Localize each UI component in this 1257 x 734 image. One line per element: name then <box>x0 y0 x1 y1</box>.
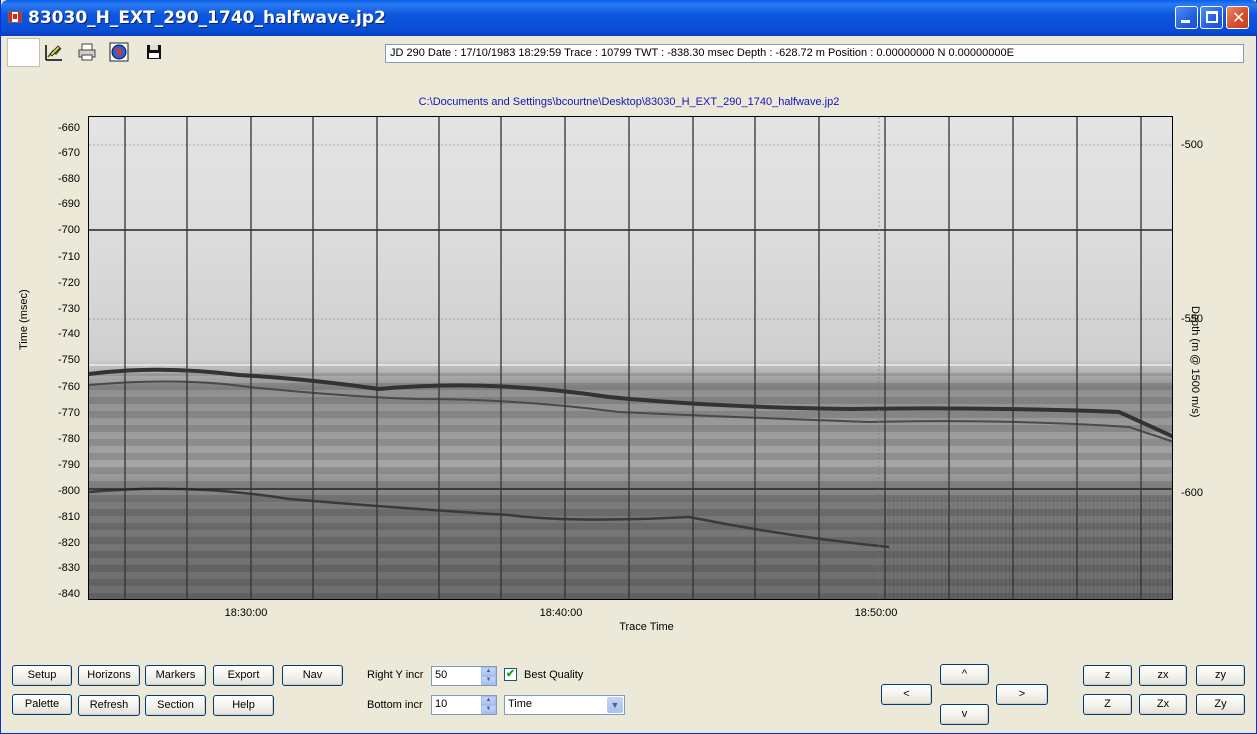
spin-up-icon[interactable]: ▲ <box>481 667 496 676</box>
depth-axis-label: Depth (m @ 1500 m/s) <box>1189 306 1201 418</box>
y-tick: -730 <box>57 303 80 315</box>
spin-down-icon[interactable]: ▼ <box>481 676 496 685</box>
maximize-button[interactable] <box>1200 6 1223 29</box>
y-tick: -680 <box>57 173 80 185</box>
palette-button[interactable]: Palette <box>12 694 72 715</box>
spin-up-icon[interactable]: ▲ <box>481 696 496 705</box>
export-button[interactable]: Export <box>213 665 274 686</box>
y-tick: -820 <box>57 537 80 549</box>
x-tick: 18:40:00 <box>539 607 583 619</box>
bottom-incr-spinner[interactable]: ▲ ▼ <box>481 696 496 714</box>
y-axis-label: Time (msec) <box>18 289 30 350</box>
mode-select-value: Time <box>508 698 533 710</box>
y-tick: -840 <box>57 588 80 600</box>
zoom-out-y-button[interactable]: Zy <box>1196 694 1245 715</box>
spin-down-icon[interactable]: ▼ <box>481 705 496 714</box>
bottom-incr-label: Bottom incr <box>367 699 423 711</box>
y-tick: -800 <box>57 485 80 497</box>
print-icon[interactable] <box>77 42 97 62</box>
markers-button[interactable]: Markers <box>145 665 206 686</box>
toolbar-blank-slot <box>7 38 40 67</box>
canada-flag-icon <box>8 11 22 23</box>
globe-map-icon[interactable] <box>109 42 129 62</box>
zoom-out-x-button[interactable]: Zx <box>1139 694 1187 715</box>
seismic-profile-image[interactable] <box>88 116 1173 600</box>
toolbar: JD 290 Date : 17/10/1983 18:29:59 Trace … <box>4 36 1254 68</box>
pan-left-button[interactable]: < <box>881 684 932 705</box>
zoom-out-button[interactable]: Z <box>1083 694 1132 715</box>
depth-tick: -600 <box>1181 487 1204 499</box>
y-tick: -830 <box>57 562 80 574</box>
y-tick: -740 <box>57 328 80 340</box>
y-tick: -780 <box>57 433 80 445</box>
horizons-button[interactable]: Horizons <box>78 665 140 686</box>
y-tick: -670 <box>57 147 80 159</box>
best-quality-label: Best Quality <box>524 669 584 681</box>
seismic-panel: C:\Documents and Settings\bcourtne\Deskt… <box>6 68 1252 728</box>
zoom-in-x-button[interactable]: zx <box>1139 665 1187 686</box>
zoom-in-button[interactable]: z <box>1083 665 1132 686</box>
y-tick: -700 <box>57 224 80 236</box>
y-tick: -790 <box>57 459 80 471</box>
window-title: 83030_H_EXT_290_1740_halfwave.jp2 <box>28 8 386 28</box>
y-tick: -750 <box>57 354 80 366</box>
mode-select[interactable]: Time ▼ <box>504 695 625 715</box>
y-tick: -660 <box>57 122 80 134</box>
close-button[interactable]: ✕ <box>1226 6 1249 29</box>
chevron-down-icon[interactable]: ▼ <box>607 697 623 713</box>
file-path-label: C:\Documents and Settings\bcourtne\Deskt… <box>418 96 840 108</box>
best-quality-checkbox[interactable]: ✔ <box>504 668 517 681</box>
title-bar[interactable]: 83030_H_EXT_290_1740_halfwave.jp2 ✕ <box>1 0 1257 36</box>
pan-down-button[interactable]: v <box>940 704 989 725</box>
nav-button[interactable]: Nav <box>282 665 343 686</box>
application-window: 83030_H_EXT_290_1740_halfwave.jp2 ✕ JD 2… <box>0 0 1257 734</box>
depth-tick: -500 <box>1181 139 1204 151</box>
x-tick: 18:50:00 <box>854 607 898 619</box>
help-button[interactable]: Help <box>213 695 274 716</box>
pan-right-button[interactable]: > <box>996 684 1048 705</box>
y-tick: -810 <box>57 511 80 523</box>
status-readout: JD 290 Date : 17/10/1983 18:29:59 Trace … <box>385 44 1244 63</box>
refresh-button[interactable]: Refresh <box>78 695 140 716</box>
y-tick: -710 <box>57 251 80 263</box>
section-button[interactable]: Section <box>145 695 206 716</box>
y-tick: -690 <box>57 198 80 210</box>
x-axis-label: Trace Time <box>619 621 674 633</box>
right-y-incr-label: Right Y incr <box>367 669 424 681</box>
x-tick: 18:30:00 <box>224 607 268 619</box>
setup-button[interactable]: Setup <box>12 665 72 686</box>
save-disk-icon[interactable] <box>144 42 164 62</box>
y-tick: -770 <box>57 407 80 419</box>
minimize-button[interactable] <box>1175 6 1198 29</box>
pan-up-button[interactable]: ^ <box>940 664 989 685</box>
y-tick: -760 <box>57 381 80 393</box>
edit-chart-icon[interactable] <box>44 42 64 62</box>
y-tick: -720 <box>57 277 80 289</box>
zoom-in-y-button[interactable]: zy <box>1196 665 1245 686</box>
right-y-incr-spinner[interactable]: ▲ ▼ <box>481 667 496 685</box>
